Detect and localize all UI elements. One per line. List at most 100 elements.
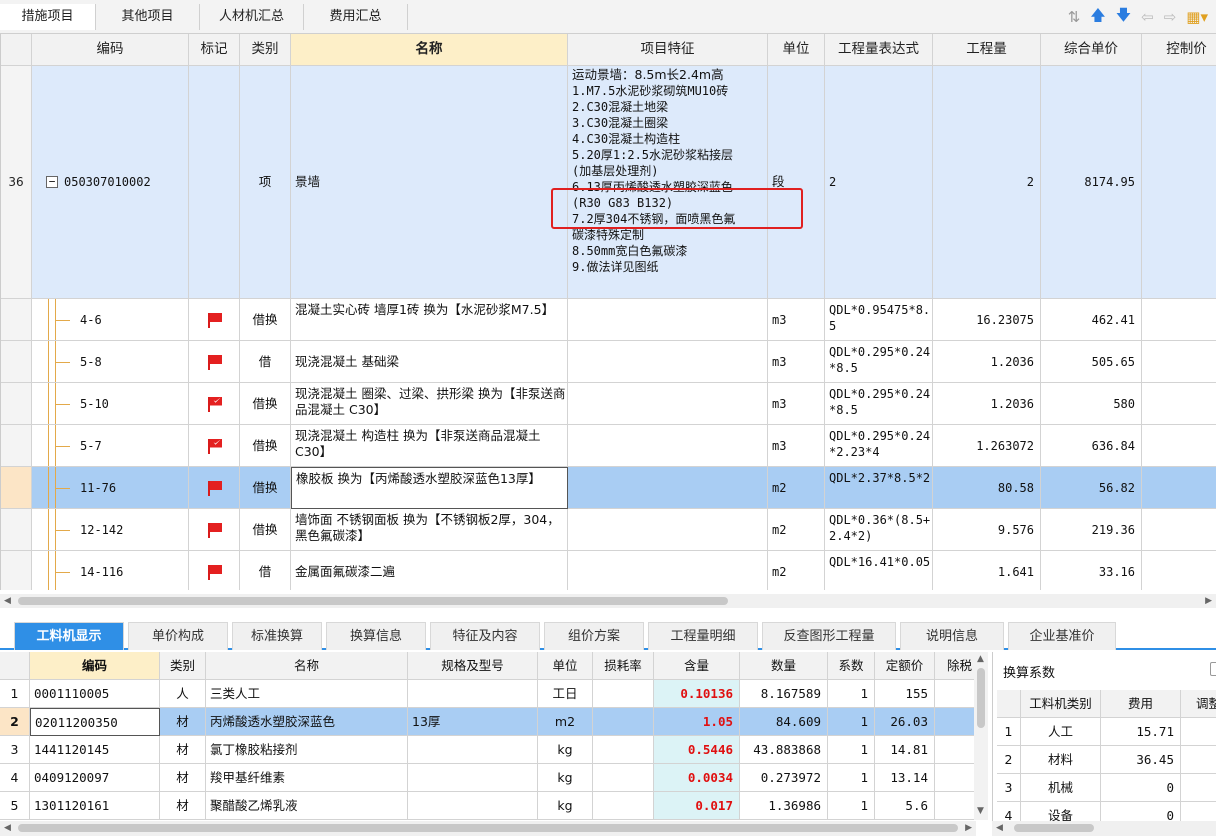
resource-name[interactable]: 氯丁橡胶粘接剂 xyxy=(206,736,408,764)
item-type[interactable]: 项 xyxy=(240,66,291,299)
subitem-unit[interactable]: m3 xyxy=(768,425,825,467)
subitem-unit-price[interactable]: 219.36 xyxy=(1041,509,1142,551)
header-spec[interactable]: 规格及型号 xyxy=(408,652,538,680)
subitem-mark[interactable] xyxy=(189,509,240,551)
subitem-unit[interactable]: m2 xyxy=(768,551,825,590)
move-up-icon[interactable]: 🡅 xyxy=(1090,5,1105,30)
header-unit[interactable]: 单位 xyxy=(538,652,593,680)
header-control-price[interactable]: 控制价 xyxy=(1142,34,1216,66)
resource-unit[interactable]: m2 xyxy=(538,708,593,736)
item-features[interactable]: 运动景墙：8.5m长2.4m高 1.M7.5水泥砂浆砌筑MU10砖 2.C30混… xyxy=(568,66,768,299)
resource-type[interactable]: 人 xyxy=(160,680,206,708)
resource-tax-excluded[interactable] xyxy=(935,764,976,792)
subitem-name[interactable]: 现浇混凝土 基础梁 xyxy=(291,341,568,383)
subitem-control-price[interactable] xyxy=(1142,299,1216,341)
item-control-price[interactable] xyxy=(1142,66,1216,299)
subitem-name[interactable]: 现浇混凝土 构造柱 换为【非泵送商品混凝土 C30】 xyxy=(291,425,568,467)
resource-content[interactable]: 0.10136 xyxy=(654,680,740,708)
subitem-unit[interactable]: m2 xyxy=(768,509,825,551)
tab-measures[interactable]: 措施项目 xyxy=(0,4,96,30)
resource-row[interactable]: 4 0409120097 材 羧甲基纤维素 kg 0.0034 0.273972… xyxy=(0,764,976,792)
table-row-subitem[interactable]: 4-6 借换 混凝土实心砖 墙厚1砖 换为【水泥砂浆M7.5】 m3 QDL*0… xyxy=(1,299,1216,341)
resource-coefficient[interactable]: 1 xyxy=(828,736,875,764)
tab-reverse-graphic-quantity[interactable]: 反查图形工程量 xyxy=(762,622,896,650)
subitem-feature[interactable] xyxy=(568,383,768,425)
subitem-quantity[interactable]: 9.576 xyxy=(933,509,1041,551)
table-row-item[interactable]: 36 −050307010002 项 景墙 运动景墙：8.5m长2.4m高 1.… xyxy=(1,66,1216,299)
subitem-control-price[interactable] xyxy=(1142,425,1216,467)
header-loss-rate[interactable]: 损耗率 xyxy=(593,652,654,680)
subitem-unit-price[interactable]: 33.16 xyxy=(1041,551,1142,590)
subitem-quantity[interactable]: 80.58 xyxy=(933,467,1041,509)
subitem-type[interactable]: 借换 xyxy=(240,509,291,551)
subitem-unit[interactable]: m3 xyxy=(768,299,825,341)
subitem-feature[interactable] xyxy=(568,467,768,509)
tab-labor-material-summary[interactable]: 人材机汇总 xyxy=(200,4,304,30)
header-quota-price[interactable]: 定额价 xyxy=(875,652,935,680)
scroll-left-icon[interactable]: ◀ xyxy=(4,821,11,835)
resource-name[interactable]: 羧甲基纤维素 xyxy=(206,764,408,792)
subitem-quantity[interactable]: 1.641 xyxy=(933,551,1041,590)
coef-row[interactable]: 2 材料 36.45 xyxy=(997,746,1216,774)
resource-name[interactable]: 聚醋酸乙烯乳液 xyxy=(206,792,408,820)
subitem-unit-price[interactable]: 580 xyxy=(1041,383,1142,425)
coef-adjust[interactable] xyxy=(1181,746,1216,774)
item-unit-price[interactable]: 8174.95 xyxy=(1041,66,1142,299)
header-unit-price[interactable]: 综合单价 xyxy=(1041,34,1142,66)
resource-type[interactable]: 材 xyxy=(160,736,206,764)
subitem-mark[interactable] xyxy=(189,551,240,590)
resource-type[interactable]: 材 xyxy=(160,708,206,736)
resource-row[interactable]: 5 1301120161 材 聚醋酸乙烯乳液 kg 0.017 1.36986 … xyxy=(0,792,976,820)
subitem-mark[interactable] xyxy=(189,299,240,341)
resource-horizontal-scrollbar[interactable]: ◀ ▶ xyxy=(0,821,976,836)
subitem-unit-price[interactable]: 462.41 xyxy=(1041,299,1142,341)
tab-conversion-info[interactable]: 换算信息 xyxy=(326,622,426,650)
subitem-quantity[interactable]: 16.23075 xyxy=(933,299,1041,341)
subitem-code-cell[interactable]: 14-116 xyxy=(32,551,189,590)
resource-quota-price[interactable]: 14.81 xyxy=(875,736,935,764)
header-adjust[interactable]: 调整 xyxy=(1181,690,1216,718)
resource-content[interactable]: 1.05 xyxy=(654,708,740,736)
subitem-mark[interactable] xyxy=(189,341,240,383)
resource-tax-excluded[interactable] xyxy=(935,680,976,708)
resource-unit[interactable]: kg xyxy=(538,764,593,792)
table-row-subitem[interactable]: 12-142 借换 墙饰面 不锈钢面板 换为【不锈钢板2厚，304，黑色氟碳漆】… xyxy=(1,509,1216,551)
resource-content[interactable]: 0.0034 xyxy=(654,764,740,792)
subitem-quantity[interactable]: 1.2036 xyxy=(933,341,1041,383)
header-tax-excluded[interactable]: 除税 xyxy=(935,652,976,680)
subitem-code-cell[interactable]: 5-7 xyxy=(32,425,189,467)
resource-coefficient[interactable]: 1 xyxy=(828,680,875,708)
subitem-name[interactable]: 金属面氟碳漆二遍 xyxy=(291,551,568,590)
resource-loss-rate[interactable] xyxy=(593,792,654,820)
subitem-control-price[interactable] xyxy=(1142,551,1216,590)
subitem-feature[interactable] xyxy=(568,299,768,341)
resource-quota-price[interactable]: 155 xyxy=(875,680,935,708)
resource-quota-price[interactable]: 5.6 xyxy=(875,792,935,820)
scrollbar-thumb[interactable] xyxy=(977,668,985,728)
table-row-subitem[interactable]: 14-116 借 金属面氟碳漆二遍 m2 QDL*16.41*0.05 1.64… xyxy=(1,551,1216,590)
resource-count[interactable]: 0.273972 xyxy=(740,764,828,792)
panel-checkbox[interactable] xyxy=(1210,662,1216,676)
resource-code[interactable]: 0409120097 xyxy=(30,764,160,792)
subitem-control-price[interactable] xyxy=(1142,467,1216,509)
tab-quantity-details[interactable]: 工程量明细 xyxy=(648,622,758,650)
header-expression[interactable]: 工程量表达式 xyxy=(825,34,933,66)
header-name[interactable]: 名称 xyxy=(291,34,568,66)
resource-unit[interactable]: kg xyxy=(538,736,593,764)
table-row-subitem-selected[interactable]: 11-76 借换 橡胶板 换为【丙烯酸透水塑胶深蓝色13厚】 m2 QDL*2.… xyxy=(1,467,1216,509)
item-code-cell[interactable]: −050307010002 xyxy=(32,66,189,299)
header-fee[interactable]: 费用 xyxy=(1101,690,1181,718)
subitem-name[interactable]: 墙饰面 不锈钢面板 换为【不锈钢板2厚，304，黑色氟碳漆】 xyxy=(291,509,568,551)
header-unit[interactable]: 单位 xyxy=(768,34,825,66)
subitem-type[interactable]: 借换 xyxy=(240,383,291,425)
resource-name[interactable]: 三类人工 xyxy=(206,680,408,708)
subitem-unit[interactable]: m3 xyxy=(768,383,825,425)
subitem-quantity[interactable]: 1.2036 xyxy=(933,383,1041,425)
coef-adjust[interactable] xyxy=(1181,718,1216,746)
tab-description[interactable]: 说明信息 xyxy=(900,622,1004,650)
item-unit[interactable]: 段 xyxy=(768,66,825,299)
resource-coefficient[interactable]: 1 xyxy=(828,792,875,820)
header-name[interactable]: 名称 xyxy=(206,652,408,680)
resource-count[interactable]: 43.883868 xyxy=(740,736,828,764)
subitem-unit-price[interactable]: 56.82 xyxy=(1041,467,1142,509)
